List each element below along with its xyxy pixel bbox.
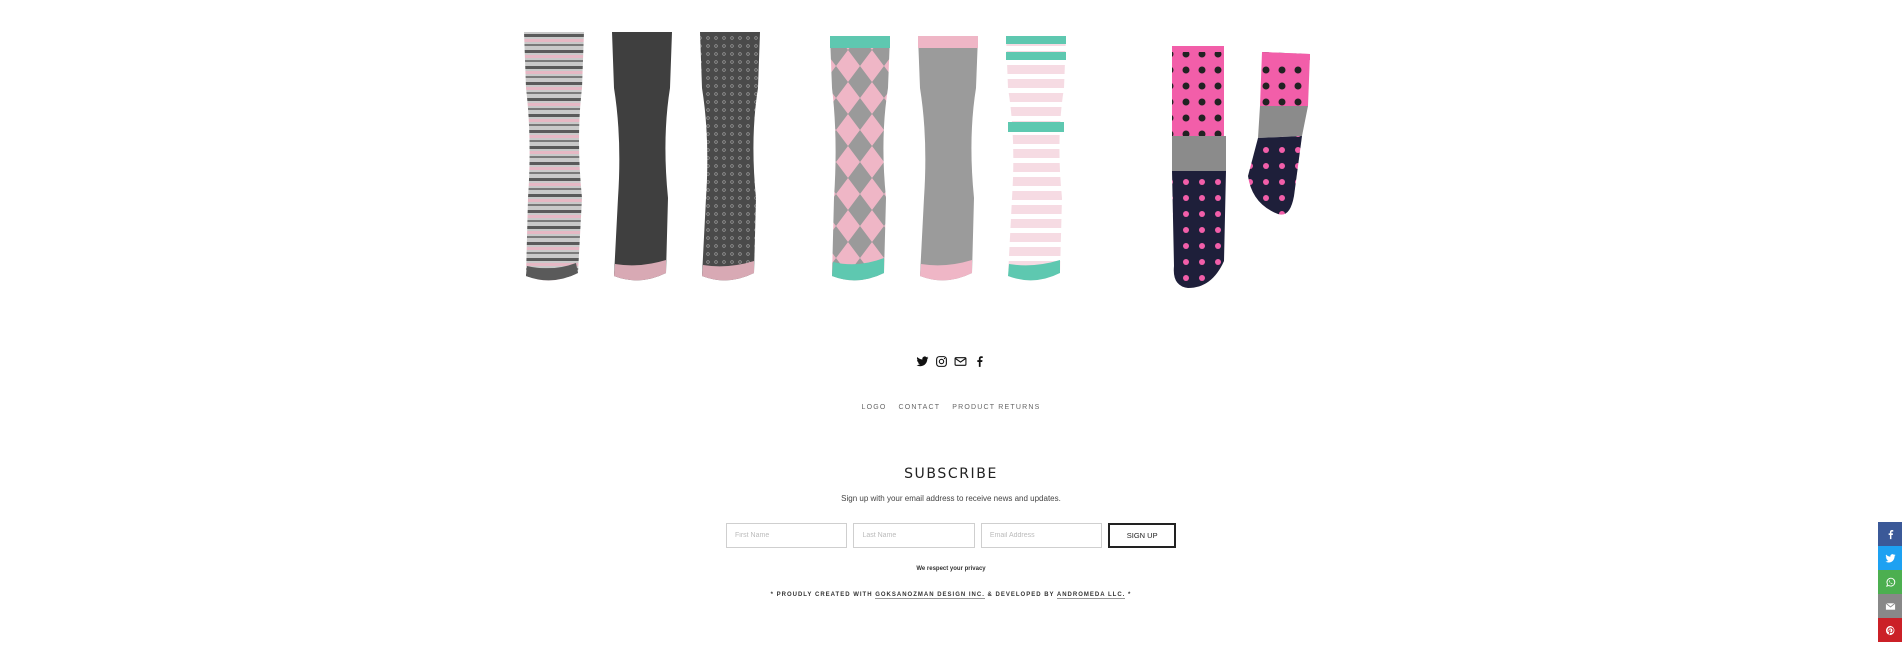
share-bar xyxy=(1878,522,1902,642)
email-icon[interactable] xyxy=(954,355,967,368)
last-name-input[interactable] xyxy=(853,523,975,548)
design-credit-link[interactable]: GOKSANOZMAN DESIGN INC. xyxy=(875,592,985,599)
share-email-button[interactable] xyxy=(1878,594,1902,618)
email-icon xyxy=(1885,602,1895,610)
first-name-input[interactable] xyxy=(726,523,848,548)
subscribe-description: Sign up with your email address to recei… xyxy=(841,494,1061,503)
developer-credit-link[interactable]: ANDROMEDA LLC. xyxy=(1056,592,1126,599)
product-gallery xyxy=(512,18,1332,298)
subscribe-title: SUBSCRIBE xyxy=(904,466,998,482)
footer-link-product-returns[interactable]: PRODUCT RETURNS xyxy=(952,404,1040,411)
sign-up-button[interactable]: SIGN UP xyxy=(1108,523,1177,548)
sock-pair-illustration xyxy=(1172,46,1310,288)
signup-form: SIGN UP xyxy=(726,523,1177,548)
footer-link-logo[interactable]: LOGO xyxy=(861,404,886,411)
product-image-argyle-socks[interactable] xyxy=(812,18,1072,298)
share-facebook-button[interactable] xyxy=(1878,522,1902,546)
facebook-icon[interactable] xyxy=(973,355,986,368)
share-pinterest-button[interactable] xyxy=(1878,618,1902,642)
footer-nav: LOGO CONTACT PRODUCT RETURNS xyxy=(0,404,1902,411)
share-twitter-button[interactable] xyxy=(1878,546,1902,570)
product-image-grey-pink-socks[interactable] xyxy=(512,18,772,298)
credits-middle: & DEVELOPED BY xyxy=(984,592,1057,598)
credits-suffix: * xyxy=(1125,592,1132,598)
share-whatsapp-button[interactable] xyxy=(1878,570,1902,594)
twitter-icon xyxy=(1884,553,1896,562)
credits-line: * PROUDLY CREATED WITH GOKSANOZMAN DESIG… xyxy=(0,592,1902,599)
credits-prefix: * PROUDLY CREATED WITH xyxy=(770,592,876,598)
whatsapp-icon xyxy=(1885,577,1895,587)
privacy-note: We respect your privacy xyxy=(916,566,986,572)
facebook-icon xyxy=(1888,529,1893,539)
social-links xyxy=(0,355,1902,368)
email-input[interactable] xyxy=(980,523,1103,548)
footer-link-contact[interactable]: CONTACT xyxy=(899,404,941,411)
sock-trio-illustration xyxy=(830,36,1066,281)
product-image-polka-dot-socks[interactable] xyxy=(1162,46,1332,308)
twitter-icon[interactable] xyxy=(916,355,929,368)
instagram-icon[interactable] xyxy=(935,355,948,368)
pinterest-icon xyxy=(1885,625,1894,635)
sock-trio-illustration xyxy=(524,32,760,281)
